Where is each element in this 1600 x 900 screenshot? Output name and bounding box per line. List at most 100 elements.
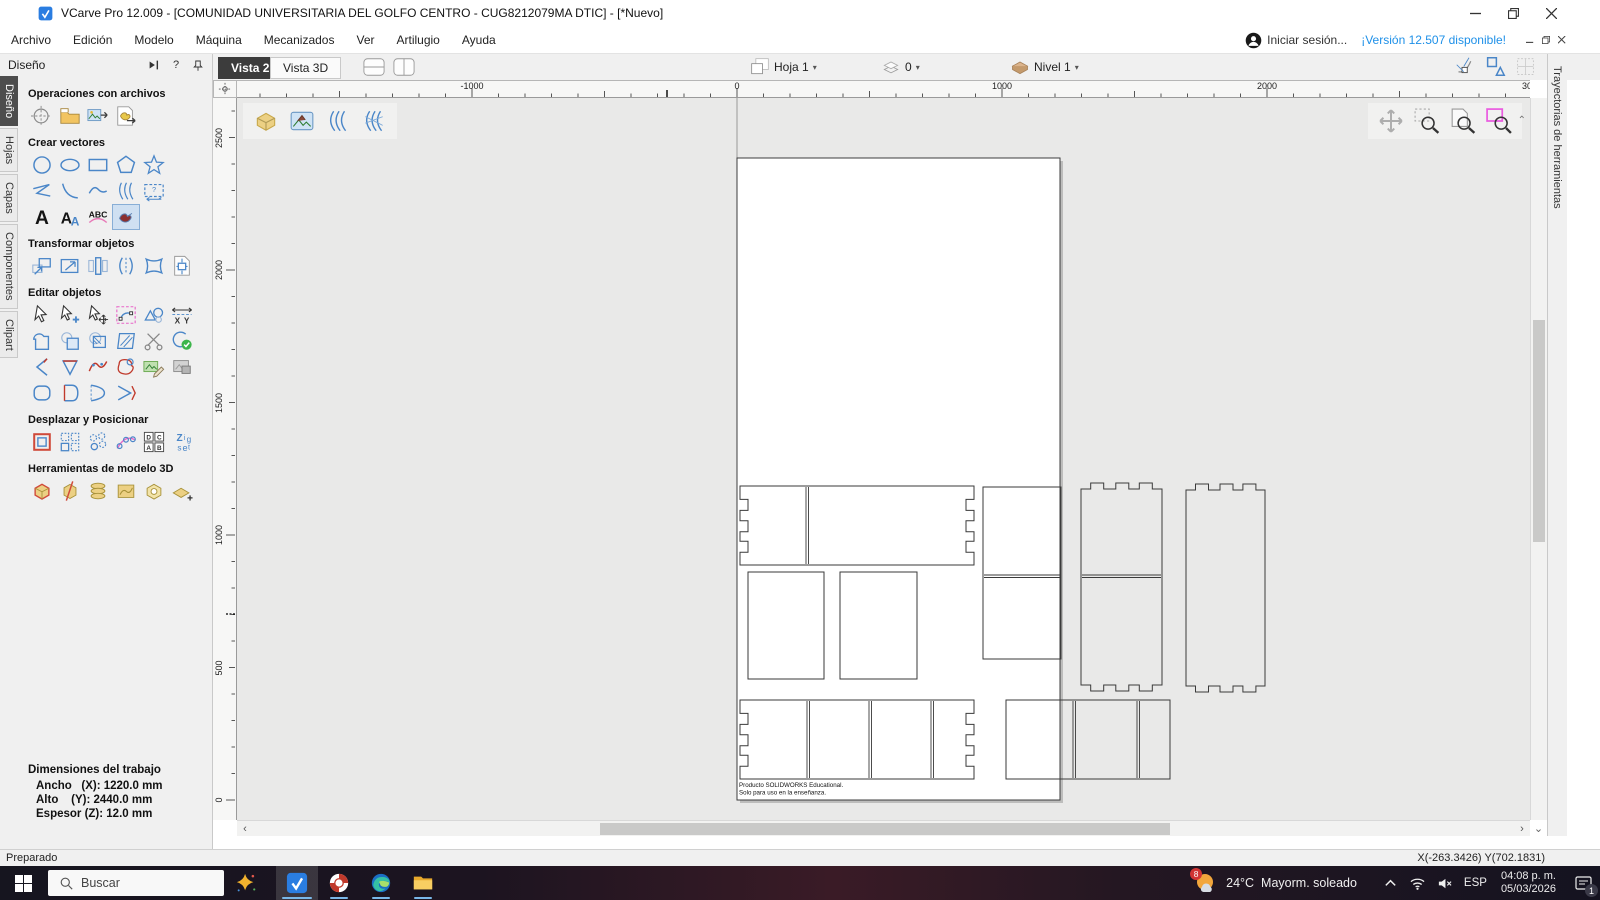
copilot-button[interactable] bbox=[224, 866, 268, 900]
select-add-icon[interactable] bbox=[56, 302, 84, 328]
taskbar-vcarve-button[interactable] bbox=[276, 866, 318, 900]
align-objects-icon[interactable] bbox=[168, 253, 196, 279]
mdi-minimize-button[interactable] bbox=[1522, 31, 1538, 49]
mdi-restore-button[interactable] bbox=[1538, 31, 1554, 49]
horizontal-scrollbar[interactable]: ‹ › bbox=[237, 820, 1530, 836]
mirror-objects-icon[interactable] bbox=[84, 253, 112, 279]
snap-geometry-icon[interactable] bbox=[1485, 56, 1506, 77]
select-move-icon[interactable] bbox=[84, 302, 112, 328]
zoom-fit-icon[interactable] bbox=[1450, 108, 1476, 134]
side-tab-componentes[interactable]: Componentes bbox=[0, 224, 18, 309]
taskbar-solidworks-button[interactable] bbox=[318, 866, 360, 900]
sharp-corner-icon[interactable] bbox=[28, 354, 56, 380]
side-tab-capas[interactable]: Capas bbox=[0, 174, 18, 222]
side-tab-clipart[interactable]: Clipart bbox=[0, 311, 18, 359]
close-button[interactable] bbox=[1532, 0, 1570, 26]
model-hole-icon[interactable] bbox=[140, 478, 168, 504]
draw-dimension-icon[interactable]: ? bbox=[140, 178, 168, 204]
restore-button[interactable] bbox=[1494, 0, 1532, 26]
move-objects-icon[interactable] bbox=[28, 253, 56, 279]
draw-circle-icon[interactable] bbox=[28, 152, 56, 178]
model-split-icon[interactable] bbox=[56, 478, 84, 504]
boolean-subtract-icon[interactable] bbox=[56, 328, 84, 354]
wifi-icon[interactable] bbox=[1410, 876, 1425, 891]
pan-tool-icon[interactable] bbox=[1378, 108, 1404, 134]
menu-maquina[interactable]: Máquina bbox=[185, 33, 253, 47]
taskbar-edge-button[interactable] bbox=[360, 866, 402, 900]
material-block-icon[interactable] bbox=[253, 108, 279, 134]
offset-vectors-icon[interactable] bbox=[112, 354, 140, 380]
menu-mecanizados[interactable]: Mecanizados bbox=[253, 33, 346, 47]
draw-polyline-icon[interactable] bbox=[28, 178, 56, 204]
draw-polygon-icon[interactable] bbox=[112, 152, 140, 178]
split-horizontal-icon[interactable] bbox=[363, 57, 385, 77]
drawing-canvas[interactable]: Producto SOLIDWORKS Educational.Solo par… bbox=[237, 98, 1530, 820]
tray-chevron-icon[interactable] bbox=[1383, 876, 1398, 891]
material-image-icon[interactable] bbox=[289, 108, 315, 134]
scroll-right-icon[interactable]: › bbox=[1514, 821, 1530, 837]
level-selector[interactable]: Nivel 1▾ bbox=[1010, 57, 1079, 77]
text-on-curve-icon[interactable]: ABC bbox=[84, 204, 112, 230]
position-objects-icon[interactable] bbox=[28, 429, 56, 455]
scale-objects-icon[interactable] bbox=[56, 253, 84, 279]
open-file-icon[interactable] bbox=[56, 103, 84, 129]
tab-vista-3d[interactable]: Vista 3D bbox=[270, 57, 341, 79]
extend-vectors-icon[interactable] bbox=[112, 380, 140, 406]
mdi-close-button[interactable] bbox=[1554, 31, 1570, 49]
zoom-box-icon[interactable] bbox=[1486, 108, 1512, 134]
menu-ayuda[interactable]: Ayuda bbox=[451, 33, 507, 47]
language-indicator[interactable]: ESP bbox=[1464, 877, 1487, 889]
draw-text-icon[interactable]: A bbox=[28, 204, 56, 230]
paste-special-icon[interactable]: DCAB bbox=[140, 429, 168, 455]
sheet-selector[interactable]: Hoja 1▾ bbox=[750, 57, 817, 77]
draw-curve-icon[interactable] bbox=[84, 178, 112, 204]
panel-pin-icon[interactable] bbox=[190, 57, 206, 73]
select-icon[interactable] bbox=[28, 302, 56, 328]
menu-modelo[interactable]: Modelo bbox=[123, 33, 184, 47]
minimize-button[interactable] bbox=[1456, 0, 1494, 26]
join-vectors-icon[interactable] bbox=[56, 380, 84, 406]
circular-copy-icon[interactable] bbox=[84, 429, 112, 455]
snap-node-icon[interactable] bbox=[1455, 56, 1476, 77]
weld-shapes-icon[interactable] bbox=[140, 302, 168, 328]
search-input[interactable]: Buscar bbox=[48, 870, 224, 896]
distort-objects-icon[interactable] bbox=[140, 253, 168, 279]
panel-collapse-icon[interactable] bbox=[146, 57, 162, 73]
volume-muted-icon[interactable] bbox=[1437, 876, 1452, 891]
split-vertical-icon[interactable] bbox=[393, 57, 415, 77]
trim-vectors-icon[interactable] bbox=[140, 328, 168, 354]
draw-arc-icon[interactable] bbox=[56, 178, 84, 204]
close-vectors-icon[interactable] bbox=[168, 328, 196, 354]
side-tab-diseno[interactable]: Diseño bbox=[0, 76, 18, 126]
notifications-button[interactable]: 1 bbox=[1566, 866, 1600, 900]
menu-edicion[interactable]: Edición bbox=[62, 33, 123, 47]
measure-icon[interactable]: XY bbox=[168, 302, 196, 328]
fit-curves-icon[interactable] bbox=[84, 354, 112, 380]
draw-ellipse-icon[interactable] bbox=[56, 152, 84, 178]
boolean-intersect-icon[interactable] bbox=[84, 328, 112, 354]
mirror-copy-icon[interactable] bbox=[112, 253, 140, 279]
toolpaths-panel-title[interactable]: Trayectorias de herramientas bbox=[1551, 66, 1563, 209]
close-curve-icon[interactable] bbox=[84, 380, 112, 406]
import-vectors-icon[interactable] bbox=[112, 103, 140, 129]
weather-widget[interactable]: 8 24°C Mayorm. soleado bbox=[1194, 871, 1357, 895]
toolpaths-panel-strip[interactable]: Trayectorias de herramientas bbox=[1547, 54, 1567, 836]
vertical-scrollbar[interactable] bbox=[1530, 98, 1547, 820]
scroll-left-icon[interactable]: ‹ bbox=[237, 821, 253, 837]
vertical-scroll-thumb[interactable] bbox=[1533, 320, 1545, 542]
crop-picture-icon[interactable] bbox=[168, 354, 196, 380]
text-properties-icon[interactable]: AA bbox=[56, 204, 84, 230]
array-copy-icon[interactable] bbox=[56, 429, 84, 455]
toolbar-collapse-icon[interactable]: ⌃ bbox=[1518, 115, 1526, 126]
draw-rectangle-icon[interactable] bbox=[84, 152, 112, 178]
toolpath-preview-icon[interactable] bbox=[325, 108, 351, 134]
clipart-bird-icon[interactable] bbox=[112, 204, 140, 230]
node-edit-icon[interactable] bbox=[112, 302, 140, 328]
ruler-origin-button[interactable] bbox=[213, 80, 237, 98]
edit-picture-icon[interactable] bbox=[140, 354, 168, 380]
chamfer-icon[interactable] bbox=[56, 354, 84, 380]
model-stack-icon[interactable] bbox=[84, 478, 112, 504]
fillet-icon[interactable] bbox=[28, 380, 56, 406]
start-button[interactable] bbox=[0, 866, 46, 900]
clock-widget[interactable]: 04:08 p. m. 05/03/2026 bbox=[1501, 870, 1556, 896]
